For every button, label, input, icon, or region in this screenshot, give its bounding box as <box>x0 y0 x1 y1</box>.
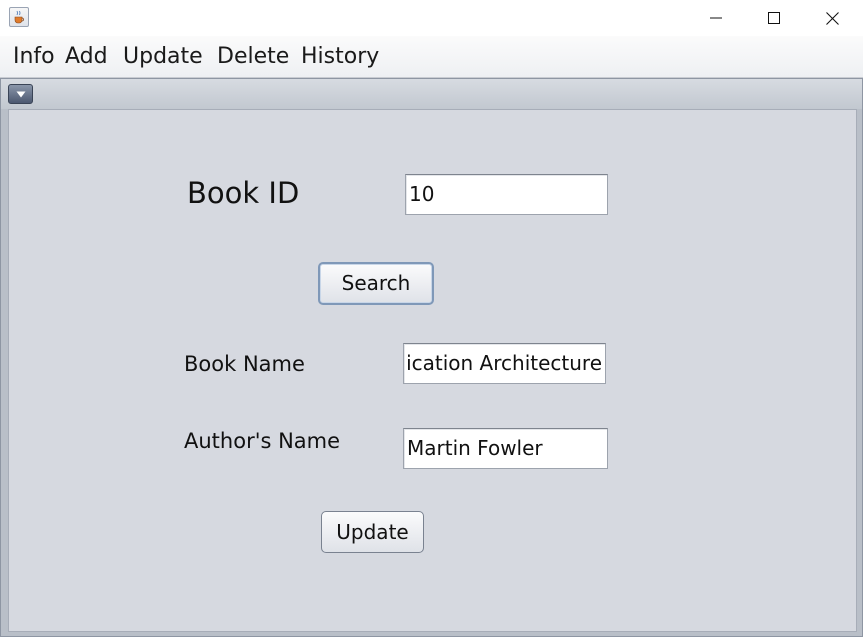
menu-history[interactable]: History <box>301 36 379 77</box>
close-icon <box>825 11 839 25</box>
internal-frame-title-bar[interactable] <box>1 79 862 109</box>
book-id-field[interactable]: 10 <box>405 174 608 215</box>
maximize-button[interactable] <box>745 0 803 36</box>
book-name-field[interactable]: ication Architecture <box>403 343 606 384</box>
book-id-label: Book ID <box>187 176 300 210</box>
minimize-button[interactable] <box>687 0 745 36</box>
close-button[interactable] <box>803 0 861 36</box>
author-name-label: Author's Name <box>184 429 341 453</box>
menu-delete[interactable]: Delete <box>217 36 289 77</box>
menu-bar: Info Add Update Delete History <box>0 36 863 78</box>
minimize-icon <box>710 17 722 19</box>
title-bar <box>0 0 863 36</box>
update-button[interactable]: Update <box>321 511 424 553</box>
book-name-label: Book Name <box>184 352 305 376</box>
frame-menu-button[interactable] <box>8 84 33 104</box>
menu-update[interactable]: Update <box>123 36 203 77</box>
app-window: Info Add Update Delete History Book ID 1… <box>0 0 863 637</box>
search-button[interactable]: Search <box>318 262 434 305</box>
java-cup-icon[interactable] <box>9 7 29 27</box>
internal-frame: Book ID 10 Search Book Name ication Arch… <box>0 78 863 637</box>
menu-add[interactable]: Add <box>65 36 108 77</box>
update-book-panel: Book ID 10 Search Book Name ication Arch… <box>8 109 857 632</box>
chevron-down-icon <box>16 91 25 97</box>
maximize-icon <box>768 12 780 24</box>
author-name-field[interactable]: Martin Fowler <box>403 428 608 469</box>
menu-info[interactable]: Info <box>13 36 55 77</box>
